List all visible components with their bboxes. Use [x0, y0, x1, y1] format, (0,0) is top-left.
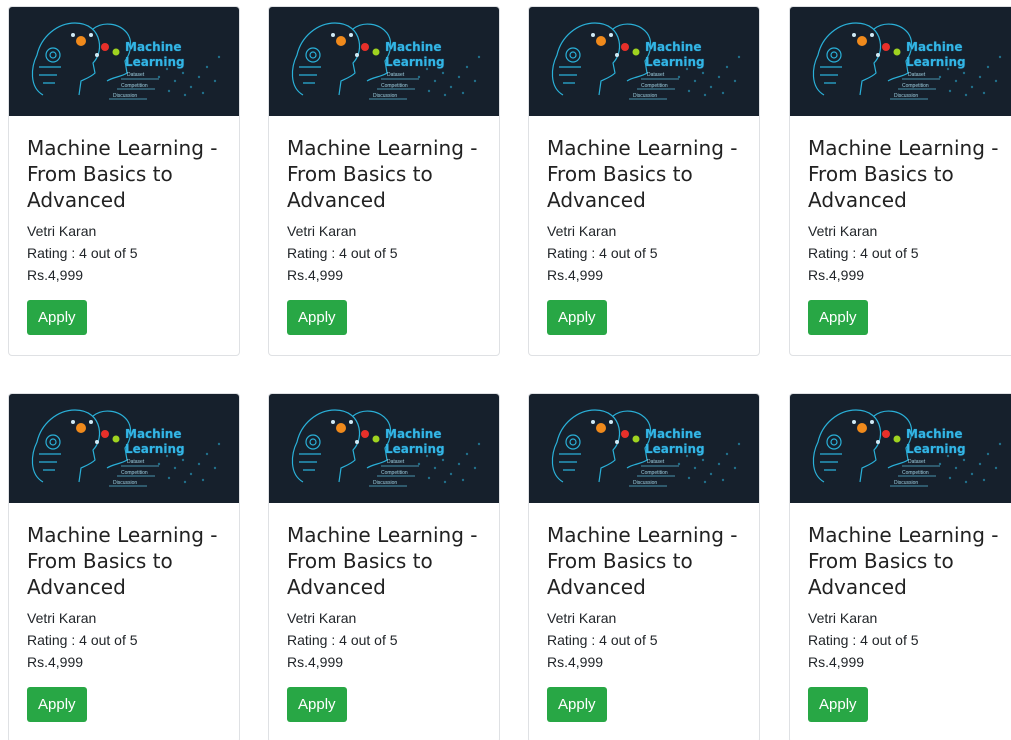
course-banner-image: Machine Learning Dataset Competition Dis… [529, 7, 759, 116]
course-rating: Rating : 4 out of 5 [547, 245, 658, 261]
apply-button[interactable]: Apply [287, 687, 347, 722]
card-body: Machine Learning - From Basics to Advanc… [27, 135, 229, 335]
banner-title: Machine Learning [906, 40, 966, 69]
course-price: Rs.4,999 [547, 267, 604, 283]
banner-label-discussion: Discussion [113, 480, 138, 486]
course-rating: Rating : 4 out of 5 [808, 245, 919, 261]
banner-label-discussion: Discussion [894, 480, 919, 486]
course-price: Rs.4,999 [547, 654, 604, 670]
banner-label-competition: Competition [641, 83, 668, 89]
course-rating: Rating : 4 out of 5 [808, 632, 919, 648]
course-card: Machine Learning Dataset Competition Dis… [268, 393, 500, 740]
course-price: Rs.4,999 [287, 654, 344, 670]
banner-title: Machine Learning [125, 427, 185, 456]
course-card: Machine Learning Dataset Competition Dis… [528, 6, 760, 356]
banner-label-competition: Competition [381, 83, 408, 89]
banner-title: Machine Learning [645, 427, 705, 456]
course-banner-image: Machine Learning Dataset Competition Dis… [790, 394, 1011, 503]
banner-label-dataset: Dataset [908, 72, 926, 78]
course-price: Rs.4,999 [808, 267, 865, 283]
course-author: Vetri Karan [547, 610, 617, 626]
course-title: Machine Learning - From Basics to Advanc… [547, 136, 738, 212]
banner-title: Machine Learning [906, 427, 966, 456]
course-author: Vetri Karan [27, 223, 97, 239]
banner-title: Machine Learning [385, 40, 445, 69]
banner-label-dataset: Dataset [387, 72, 405, 78]
card-body: Machine Learning - From Basics to Advanc… [287, 522, 489, 722]
course-rating: Rating : 4 out of 5 [287, 245, 398, 261]
course-author: Vetri Karan [808, 223, 878, 239]
course-author: Vetri Karan [808, 610, 878, 626]
banner-label-competition: Competition [902, 470, 929, 476]
apply-button[interactable]: Apply [27, 687, 87, 722]
banner-label-discussion: Discussion [894, 93, 919, 99]
card-body: Machine Learning - From Basics to Advanc… [287, 135, 489, 335]
banner-label-dataset: Dataset [127, 459, 145, 465]
course-title: Machine Learning - From Basics to Advanc… [27, 523, 218, 599]
banner-label-discussion: Discussion [373, 480, 398, 486]
course-card: Machine Learning Dataset Competition Dis… [268, 6, 500, 356]
course-title: Machine Learning - From Basics to Advanc… [547, 523, 738, 599]
course-price: Rs.4,999 [27, 267, 84, 283]
banner-label-discussion: Discussion [633, 93, 658, 99]
course-banner-image: Machine Learning Dataset Competition Dis… [9, 7, 239, 116]
course-title: Machine Learning - From Basics to Advanc… [27, 136, 218, 212]
course-author: Vetri Karan [287, 610, 357, 626]
course-card: Machine Learning Dataset Competition Dis… [789, 6, 1011, 356]
banner-label-discussion: Discussion [373, 93, 398, 99]
card-body: Machine Learning - From Basics to Advanc… [547, 135, 749, 335]
card-body: Machine Learning - From Basics to Advanc… [808, 135, 1010, 335]
course-title: Machine Learning - From Basics to Advanc… [808, 136, 999, 212]
course-banner-image: Machine Learning Dataset Competition Dis… [790, 7, 1011, 116]
banner-label-competition: Competition [641, 470, 668, 476]
banner-label-competition: Competition [902, 83, 929, 89]
course-author: Vetri Karan [547, 223, 617, 239]
course-author: Vetri Karan [287, 223, 357, 239]
course-banner-image: Machine Learning Dataset Competition Dis… [269, 7, 499, 116]
course-card: Machine Learning Dataset Competition Dis… [8, 6, 240, 356]
apply-button[interactable]: Apply [27, 300, 87, 335]
course-banner-image: Machine Learning Dataset Competition Dis… [269, 394, 499, 503]
banner-label-dataset: Dataset [908, 459, 926, 465]
banner-title: Machine Learning [385, 427, 445, 456]
course-rating: Rating : 4 out of 5 [27, 632, 138, 648]
banner-title: Machine Learning [125, 40, 185, 69]
course-rating: Rating : 4 out of 5 [547, 632, 658, 648]
course-title: Machine Learning - From Basics to Advanc… [287, 523, 478, 599]
course-title: Machine Learning - From Basics to Advanc… [287, 136, 478, 212]
course-card: Machine Learning Dataset Competition Dis… [528, 393, 760, 740]
course-grid: Machine Learning Dataset Competition Dis… [0, 0, 1011, 740]
banner-label-dataset: Dataset [127, 72, 145, 78]
card-body: Machine Learning - From Basics to Advanc… [808, 522, 1010, 722]
course-title: Machine Learning - From Basics to Advanc… [808, 523, 999, 599]
course-rating: Rating : 4 out of 5 [287, 632, 398, 648]
course-price: Rs.4,999 [27, 654, 84, 670]
banner-label-competition: Competition [121, 470, 148, 476]
course-card: Machine Learning Dataset Competition Dis… [789, 393, 1011, 740]
course-author: Vetri Karan [27, 610, 97, 626]
course-price: Rs.4,999 [808, 654, 865, 670]
banner-label-dataset: Dataset [647, 72, 665, 78]
course-banner-image: Machine Learning Dataset Competition Dis… [529, 394, 759, 503]
banner-label-competition: Competition [121, 83, 148, 89]
banner-title: Machine Learning [645, 40, 705, 69]
apply-button[interactable]: Apply [808, 687, 868, 722]
banner-label-discussion: Discussion [633, 480, 658, 486]
apply-button[interactable]: Apply [547, 300, 607, 335]
course-banner-image: Machine Learning Dataset Competition Dis… [9, 394, 239, 503]
course-rating: Rating : 4 out of 5 [27, 245, 138, 261]
card-body: Machine Learning - From Basics to Advanc… [27, 522, 229, 722]
banner-label-competition: Competition [381, 470, 408, 476]
course-price: Rs.4,999 [287, 267, 344, 283]
apply-button[interactable]: Apply [287, 300, 347, 335]
apply-button[interactable]: Apply [808, 300, 868, 335]
card-body: Machine Learning - From Basics to Advanc… [547, 522, 749, 722]
apply-button[interactable]: Apply [547, 687, 607, 722]
course-card: Machine Learning Dataset Competition Dis… [8, 393, 240, 740]
banner-label-discussion: Discussion [113, 93, 138, 99]
banner-label-dataset: Dataset [647, 459, 665, 465]
banner-label-dataset: Dataset [387, 459, 405, 465]
